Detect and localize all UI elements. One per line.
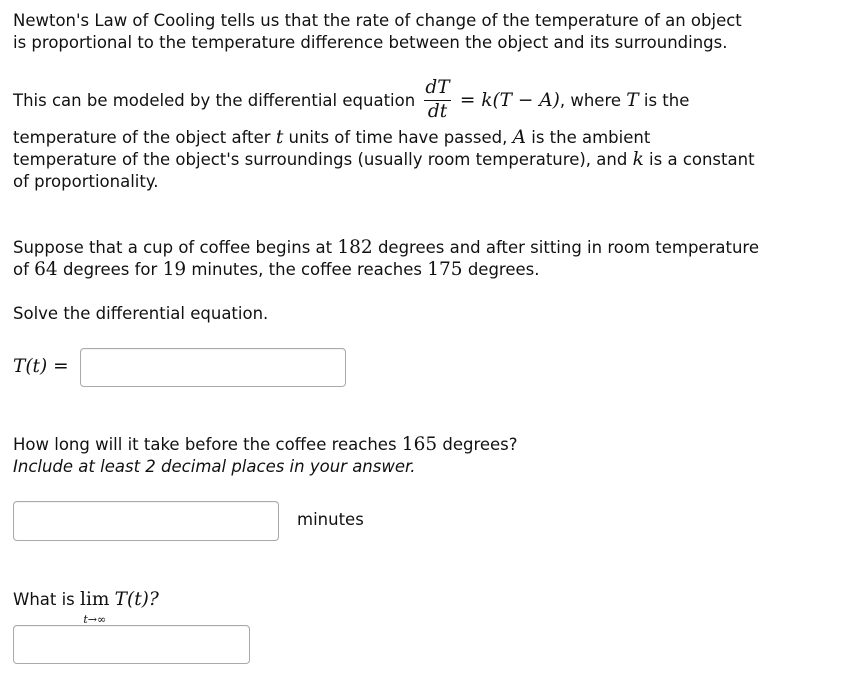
initial-temp-value: 182: [337, 237, 373, 258]
room-temp-value: 64: [34, 259, 58, 280]
model-line-4: of proportionality.: [13, 172, 159, 191]
reached-temp-value: 175: [427, 259, 463, 280]
where-text: , where: [559, 91, 622, 110]
model-line-3: temperature of the object's surroundings…: [13, 149, 755, 170]
model-prefix: This can be modeled by the differential …: [13, 91, 416, 110]
fraction-numerator: dT: [424, 77, 451, 101]
decimal-note-wrap: Include at least 2 decimal places in you…: [13, 456, 416, 478]
A-symbol: A: [512, 127, 526, 148]
t-symbol: t: [275, 127, 284, 148]
limit-answer-box[interactable]: [13, 625, 250, 664]
fraction-denominator: dt: [427, 100, 448, 122]
T-symbol: T: [626, 90, 639, 111]
is-the-text: is the: [643, 91, 690, 110]
intro-line-1: Newton's Law of Cooling tells us that th…: [13, 11, 742, 30]
time-input[interactable]: [14, 502, 278, 540]
time-question: How long will it take before the coffee …: [13, 434, 518, 455]
T-of-t-label: T(t) =: [13, 356, 69, 377]
minutes-unit-label: minutes: [297, 510, 364, 529]
model-line-1: This can be modeled by the differential …: [13, 77, 690, 125]
limit-operator: lim t→∞: [80, 589, 110, 626]
T-of-t-input[interactable]: [81, 349, 345, 386]
solve-prompt: Solve the differential equation.: [13, 304, 269, 323]
limit-function: T(t)?: [114, 589, 159, 610]
equation-rhs: = k(T − A): [459, 90, 560, 111]
target-temp-value: 165: [401, 434, 438, 455]
scenario-line-1: Suppose that a cup of coffee begins at 1…: [13, 237, 759, 258]
lim-text: lim: [80, 589, 110, 610]
model-line-2: temperature of the object after t units …: [13, 127, 651, 148]
T-of-t-answer-box[interactable]: [80, 348, 346, 387]
limit-question: What is lim t→∞ T(t)?: [13, 589, 159, 626]
time-answer-box[interactable]: [13, 501, 279, 541]
k-symbol: k: [632, 149, 644, 170]
derivative-fraction: dT dt: [424, 77, 451, 123]
intro-line-2: is proportional to the temperature diffe…: [13, 33, 728, 52]
scenario-line-2: of 64 degrees for 19 minutes, the coffee…: [13, 259, 540, 280]
minutes-value: 19: [162, 259, 187, 280]
limit-input[interactable]: [14, 626, 249, 663]
decimal-places-note: Include at least 2 decimal places in you…: [13, 457, 416, 476]
